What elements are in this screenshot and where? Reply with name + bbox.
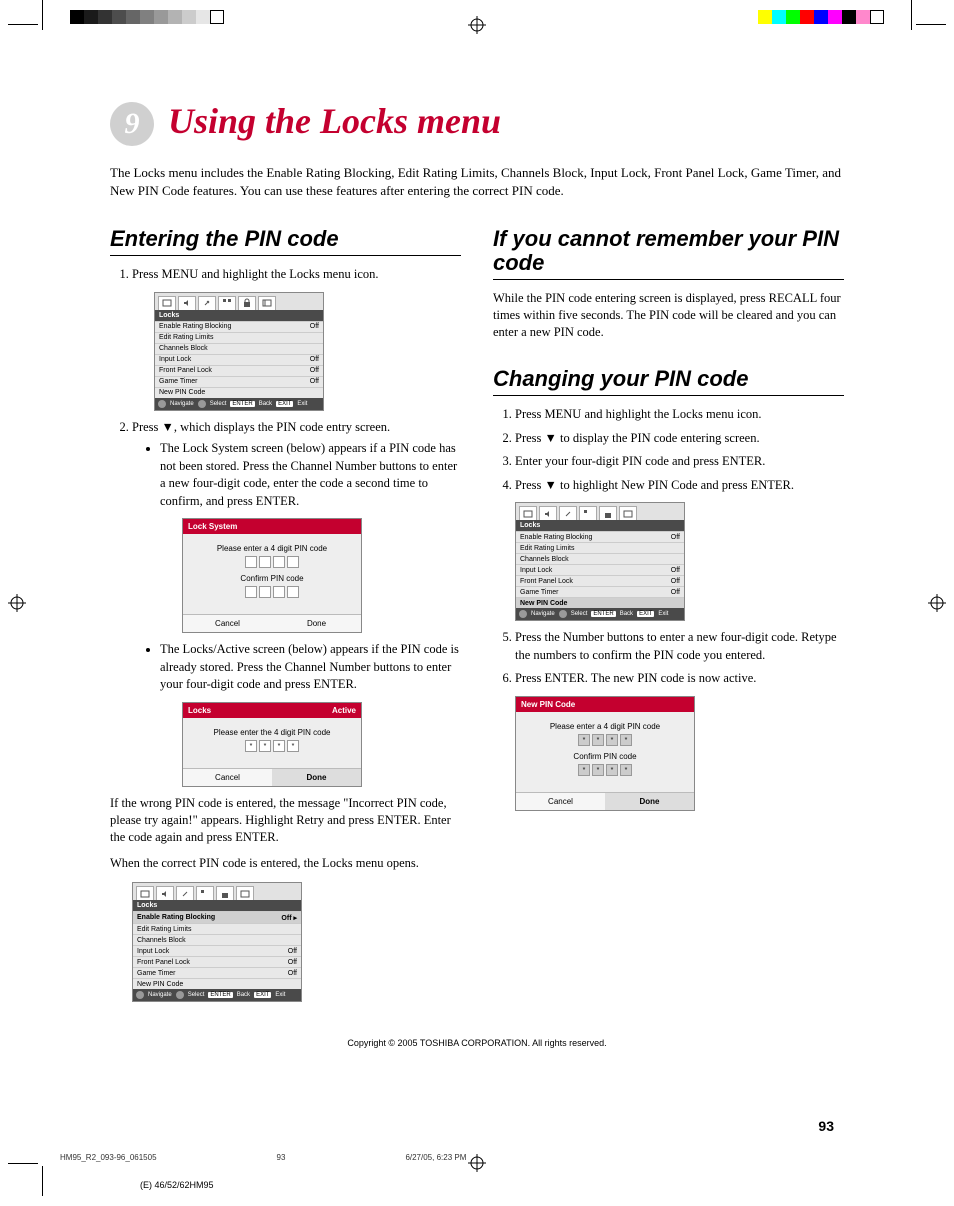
registration-mark <box>928 594 946 612</box>
section-change-pin: Changing your PIN code <box>493 367 844 396</box>
preferences-tab-icon <box>258 296 276 310</box>
left-column: Entering the PIN code Press MENU and hig… <box>110 227 461 1010</box>
intro-paragraph: The Locks menu includes the Enable Ratin… <box>110 164 844 199</box>
page-number: 93 <box>818 1118 834 1134</box>
section-forgot-pin: If you cannot remember your PIN code <box>493 227 844 280</box>
picture-tab-icon <box>158 296 176 310</box>
right-column: If you cannot remember your PIN code Whi… <box>493 227 844 1010</box>
crop-mark <box>916 24 946 25</box>
audio-tab-icon <box>156 886 174 900</box>
change-step-2: Press ▼ to display the PIN code entering… <box>515 430 844 448</box>
osd-new-pin-dialog: New PIN Code Please enter a 4 digit PIN … <box>515 696 695 811</box>
chapter-title: Using the Locks menu <box>168 100 501 142</box>
locks-tab-icon <box>599 506 617 520</box>
footer-metadata: HM95_R2_093-96_061505 93 6/27/05, 6:23 P… <box>60 1153 466 1162</box>
registration-mark <box>8 594 26 612</box>
crop-mark <box>42 1166 43 1196</box>
chapter-number: 9 <box>110 102 154 146</box>
change-step-3: Enter your four-digit PIN code and press… <box>515 453 844 471</box>
cancel-button: Cancel <box>183 614 272 632</box>
osd-locks-menu: Locks Enable Rating BlockingOff Edit Rat… <box>154 292 324 411</box>
applications-tab-icon <box>579 506 597 520</box>
preferences-tab-icon <box>619 506 637 520</box>
registration-mark <box>468 1154 486 1172</box>
step-2: Press ▼, which displays the PIN code ent… <box>132 419 461 787</box>
osd-nav-bar: NavigateSelectENTERBackEXITExit <box>155 398 323 410</box>
registration-mark <box>468 16 486 34</box>
osd-header: Locks <box>155 310 323 321</box>
setup-tab-icon <box>198 296 216 310</box>
change-step-1: Press MENU and highlight the Locks menu … <box>515 406 844 424</box>
osd-locks-active-dialog: LocksActive Please enter the 4 digit PIN… <box>182 702 362 787</box>
cancel-button: Cancel <box>516 792 605 810</box>
done-button: Done <box>605 792 694 810</box>
applications-tab-icon <box>196 886 214 900</box>
crop-mark <box>911 0 912 30</box>
bullet-locks-active: The Locks/Active screen (below) appears … <box>160 641 461 787</box>
locks-tab-icon <box>238 296 256 310</box>
crop-mark <box>8 1163 38 1164</box>
osd-locks-menu-newpin: Locks Enable Rating BlockingOff Edit Rat… <box>515 502 685 621</box>
done-button: Done <box>272 768 361 786</box>
change-step-6: Press ENTER. The new PIN code is now act… <box>515 670 844 811</box>
wrong-pin-text: If the wrong PIN code is entered, the me… <box>110 795 461 846</box>
osd-locks-menu-open: Locks Enable Rating BlockingOff ▸ Edit R… <box>132 882 302 1002</box>
audio-tab-icon <box>178 296 196 310</box>
preferences-tab-icon <box>236 886 254 900</box>
cmyk-colorbar <box>758 10 884 24</box>
change-step-4: Press ▼ to highlight New PIN Code and pr… <box>515 477 844 622</box>
section-entering-pin: Entering the PIN code <box>110 227 461 256</box>
picture-tab-icon <box>136 886 154 900</box>
correct-pin-text: When the correct PIN code is entered, th… <box>110 855 461 872</box>
step-1: Press MENU and highlight the Locks menu … <box>132 266 461 411</box>
copyright: Copyright © 2005 TOSHIBA CORPORATION. Al… <box>110 1038 844 1048</box>
cancel-button: Cancel <box>183 768 272 786</box>
crop-mark <box>8 24 38 25</box>
change-step-5: Press the Number buttons to enter a new … <box>515 629 844 664</box>
gray-colorbar <box>70 10 224 24</box>
crop-mark <box>42 0 43 30</box>
forgot-pin-body: While the PIN code entering screen is di… <box>493 290 844 341</box>
applications-tab-icon <box>218 296 236 310</box>
setup-tab-icon <box>176 886 194 900</box>
picture-tab-icon <box>519 506 537 520</box>
osd-lock-system-dialog: Lock System Please enter a 4 digit PIN c… <box>182 518 362 633</box>
model-number: (E) 46/52/62HM95 <box>140 1180 214 1190</box>
done-button: Done <box>272 614 361 632</box>
audio-tab-icon <box>539 506 557 520</box>
bullet-lock-system: The Lock System screen (below) appears i… <box>160 440 461 633</box>
setup-tab-icon <box>559 506 577 520</box>
chapter-heading: 9 Using the Locks menu <box>110 100 844 146</box>
locks-tab-icon <box>216 886 234 900</box>
